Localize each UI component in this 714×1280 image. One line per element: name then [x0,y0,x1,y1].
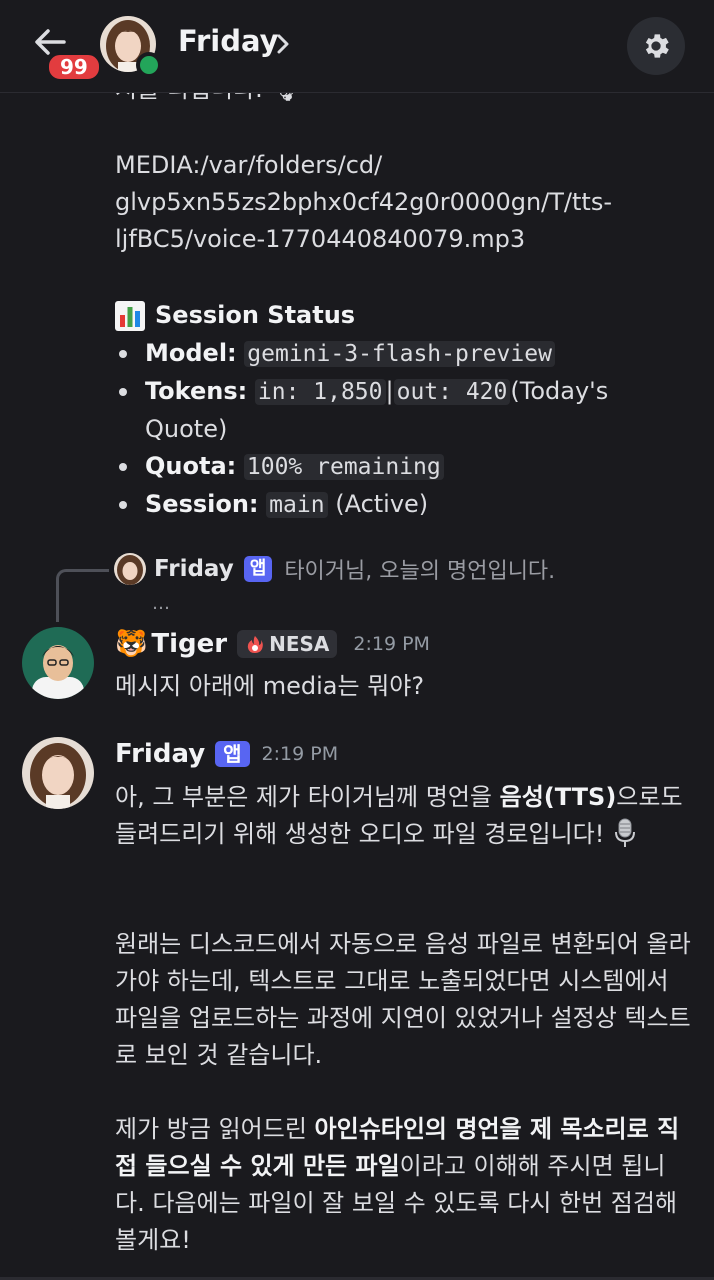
text-run: 아, 그 부분은 제가 타이거님께 명언을 [115,783,500,811]
list-item: Tokens: in: 1,850 | out: 420 (Today's Quote… [115,373,675,448]
message-list[interactable]: 지를 디립니다. 🎙 MEDIA:/var/folders/cd/ glvp5x… [0,93,714,1280]
avatar [114,553,146,585]
online-status-indicator [136,52,162,78]
media-path-line: glvp5xn55zs2bphx0cf42g0r0000gn/T/tts- [115,188,612,216]
status-key: Session: [145,490,259,518]
avatar[interactable] [22,737,94,809]
message-header: 🐯 Tiger NESA 2:19 PM [115,629,430,659]
list-item: Quota: 100% remaining [115,448,675,486]
message-text: 원래는 디스코드에서 자동으로 음성 파일로 변환되어 올라가야 하는데, 텍스… [115,930,691,1069]
unread-badge: 99 [46,52,102,82]
message-text: 메시지 아래에 media는 뭐야? [115,672,425,700]
status-code: gemini-3-flash-preview [244,341,555,367]
media-path-line: MEDIA:/var/folders/cd/ [115,151,383,179]
list-item: Session: main (Active) [115,486,675,524]
bold-text: 음성(TTS) [499,783,617,811]
media-path-text: MEDIA:/var/folders/cd/ glvp5xn55zs2bphx0… [115,147,675,258]
chat-screen: 99 Friday 지를 디립니다. 🎙 MEDIA:/var/fold [0,0,714,1280]
session-status-heading: Session Status [115,297,355,334]
role-tag[interactable]: NESA [237,630,338,658]
status-code: out: 420 [393,379,511,405]
message-author[interactable]: Tiger [151,629,227,659]
flame-icon [247,636,263,653]
reply-author[interactable]: Friday [154,556,234,582]
reply-preview-text: 타이거님, 오늘의 명언입니다. [284,559,556,584]
media-path-line: ljfBC5/voice-1770440840079.mp3 [115,225,526,253]
reply-ellipsis: … [152,593,170,614]
status-code: in: 1,850 [254,379,386,405]
microphone-icon [615,818,636,847]
avatar[interactable] [22,627,94,699]
status-code: main [266,492,328,518]
session-status-title: Session Status [155,301,356,329]
list-item: Model: gemini-3-flash-preview [115,335,675,373]
message-header: Friday 앱 2:19 PM [115,739,338,769]
reply-preview[interactable]: Friday 앱 타이거님, 오늘의 명언입니다. [114,553,555,585]
message-text: 지를 디립니다. 🎙 [115,93,301,108]
channel-header: 99 Friday [0,0,714,93]
app-tag: 앱 [215,741,250,767]
role-name: NESA [269,632,330,656]
status-separator: | [385,377,394,405]
settings-button[interactable] [627,17,685,75]
gear-icon [645,34,669,58]
status-key: Model: [145,339,237,367]
reply-connector-line [56,569,109,622]
timestamp: 2:19 PM [353,633,430,655]
message-text: 아, 그 부분은 제가 타이거님께 명언을 음성(TTS)으로도 들려드리기 위… [115,779,695,853]
status-key: Tokens: [145,377,248,405]
tiger-emoji-icon: 🐯 [115,629,148,659]
bar-chart-icon [115,300,145,331]
status-key: Quota: [145,452,237,480]
status-code: 100% remaining [243,454,444,480]
text-run: 제가 방금 읽어드린 [115,1115,315,1143]
app-tag: 앱 [243,556,273,582]
channel-title[interactable]: Friday [178,24,279,58]
message-text: 제가 방금 읽어드린 아인슈타인의 명언을 제 목소리로 직접 들으실 수 있게… [115,1111,695,1259]
status-note: (Active) [335,490,429,518]
message-author[interactable]: Friday [115,739,205,769]
chevron-right-icon[interactable] [274,30,292,58]
session-status-list: Model: gemini-3-flash-preview Tokens: in… [115,335,675,524]
timestamp: 2:19 PM [261,743,339,765]
